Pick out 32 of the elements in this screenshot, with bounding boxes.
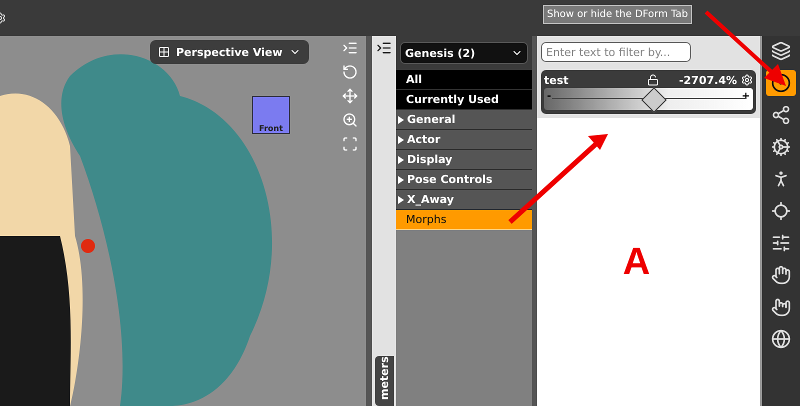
zoom-icon[interactable] — [342, 112, 358, 128]
category-item[interactable]: Currently Used — [396, 90, 532, 110]
category-item[interactable]: Morphs — [396, 210, 532, 230]
parameters-tab[interactable]: meters — [374, 356, 394, 406]
category-item[interactable]: X_Away — [396, 190, 532, 210]
figure-select[interactable]: Genesis (2) — [400, 42, 528, 64]
layers-icon — [771, 41, 791, 61]
parameter-name: test — [544, 74, 570, 86]
grid-icon — [158, 46, 170, 58]
unlocked-icon[interactable] — [646, 74, 659, 86]
category-item[interactable]: All — [396, 70, 532, 90]
category-item[interactable]: Actor — [396, 130, 532, 150]
tooltip: Show or hide the DForm Tab — [543, 5, 692, 24]
frame-icon[interactable] — [342, 136, 358, 152]
minus-sign[interactable]: - — [547, 91, 552, 102]
menu-icon[interactable] — [376, 40, 392, 56]
category-item[interactable]: Display — [396, 150, 532, 170]
navigation-cube[interactable]: Front — [252, 96, 290, 134]
annotation-label: A — [622, 240, 650, 284]
slider-icon — [771, 233, 791, 253]
parameter-value[interactable]: -2707.4% — [678, 74, 737, 86]
orbit-icon[interactable] — [342, 64, 358, 80]
category-item[interactable]: Pose Controls — [396, 170, 532, 190]
world-icon — [771, 329, 791, 349]
view-dropdown[interactable]: Perspective View — [150, 40, 309, 64]
settings-icon[interactable] — [741, 74, 753, 86]
filter-field[interactable]: Enter text to filter by... — [541, 42, 691, 62]
plus-sign[interactable]: + — [742, 91, 750, 102]
category-item[interactable]: General — [396, 110, 532, 130]
slider-track[interactable]: - + — [544, 88, 753, 110]
move-icon[interactable] — [342, 88, 358, 104]
3d-viewport[interactable]: Perspective View Front — [0, 36, 366, 406]
